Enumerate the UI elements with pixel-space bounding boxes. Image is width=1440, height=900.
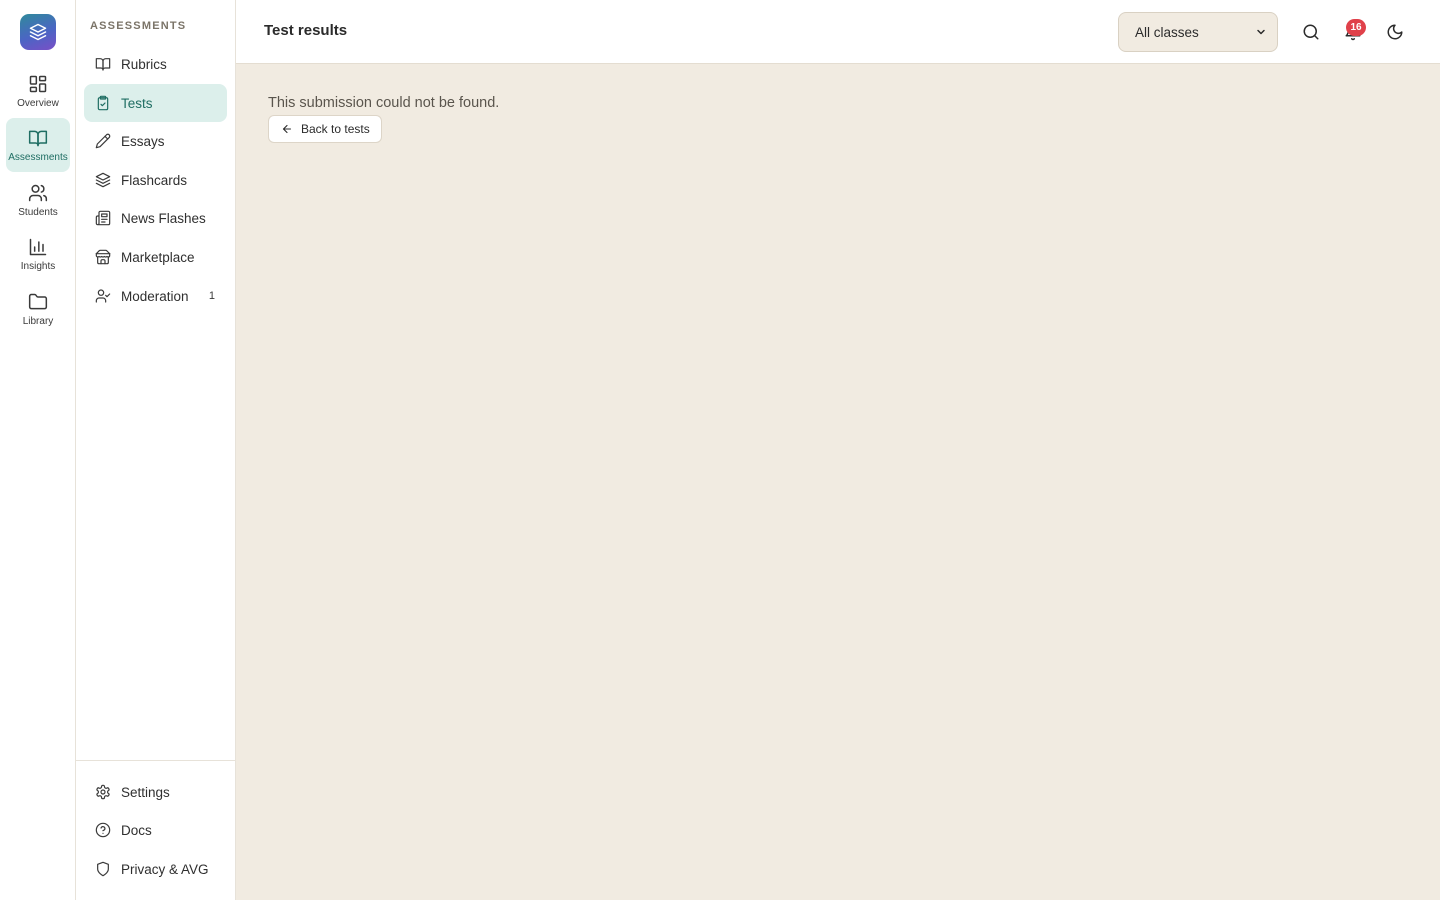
nav-item-tests[interactable]: Tests — [84, 84, 227, 122]
rail-item-overview[interactable]: Overview — [6, 64, 70, 118]
rail-item-library[interactable]: Library — [6, 282, 70, 336]
users-icon — [28, 184, 48, 201]
nav-item-settings[interactable]: Settings — [84, 773, 227, 811]
nav-item-docs[interactable]: Docs — [84, 811, 227, 849]
clipboard-check-icon — [97, 95, 109, 111]
rail-item-students[interactable]: Students — [6, 173, 70, 227]
gear-icon — [96, 784, 110, 800]
chevron-down-icon — [1257, 29, 1265, 35]
folder-icon — [28, 293, 48, 309]
nav-item-label: Privacy & AVG — [121, 861, 209, 877]
nav-item-moderation[interactable]: Moderation 1 — [84, 277, 227, 315]
icon-rail: Overview Assessments Students Insights L… — [0, 0, 76, 900]
search-icon — [1303, 24, 1319, 40]
rail-item-label: Students — [18, 206, 58, 218]
nav-item-label: Rubrics — [121, 56, 167, 72]
nav-item-label: Essays — [121, 133, 165, 149]
panel-divider — [76, 760, 235, 761]
nav-item-label: Tests — [121, 95, 153, 111]
help-circle-icon — [95, 822, 111, 838]
nav-item-privacy[interactable]: Privacy & AVG — [84, 850, 227, 888]
search-button[interactable] — [1299, 20, 1323, 44]
back-to-tests-button[interactable]: Back to tests — [268, 115, 382, 143]
layout-grid-icon — [29, 75, 47, 92]
page-title: Test results — [264, 22, 348, 39]
notifications-count-badge: 16 — [1346, 19, 1366, 36]
pencil-icon — [95, 133, 111, 149]
main-content: This submission could not be found. Back… — [236, 64, 1440, 900]
rail-item-label: Insights — [20, 260, 56, 272]
app-logo[interactable] — [20, 14, 56, 50]
newspaper-icon — [95, 210, 111, 226]
top-bar: Test results All classes 16 — [236, 0, 1440, 64]
rail-item-label: Library — [22, 315, 54, 327]
book-open-icon — [28, 130, 48, 146]
class-filter-select[interactable]: All classes — [1118, 12, 1278, 52]
user-check-icon — [95, 289, 111, 303]
assessments-panel: ASSESSMENTS Rubrics Tests Essays Flashca… — [76, 0, 236, 900]
shield-icon — [97, 861, 109, 877]
rail-item-assessments[interactable]: Assessments — [6, 118, 70, 172]
nav-item-label: Moderation — [121, 288, 189, 304]
nav-item-marketplace[interactable]: Marketplace — [84, 238, 227, 276]
nav-item-label: News Flashes — [121, 210, 206, 226]
nav-item-rubrics[interactable]: Rubrics — [84, 45, 227, 83]
nav-item-label: Marketplace — [121, 249, 195, 265]
theme-toggle-button[interactable] — [1383, 20, 1407, 44]
nav-item-label: Settings — [121, 784, 170, 800]
class-filter-value: All classes — [1135, 24, 1199, 40]
panel-heading: ASSESSMENTS — [90, 20, 187, 32]
layers-icon — [95, 172, 111, 188]
nav-item-flashcards[interactable]: Flashcards — [84, 161, 227, 199]
rail-item-label: Overview — [17, 97, 59, 109]
layers-logo-icon — [29, 23, 47, 41]
book-open-icon — [95, 58, 111, 71]
back-to-tests-label: Back to tests — [301, 122, 370, 136]
rail-item-insights[interactable]: Insights — [6, 227, 70, 281]
nav-item-label: Docs — [121, 822, 152, 838]
store-icon — [95, 249, 111, 265]
rail-item-label: Assessments — [8, 151, 68, 163]
nav-item-news-flashes[interactable]: News Flashes — [84, 199, 227, 237]
nav-item-essays[interactable]: Essays — [84, 122, 227, 160]
bar-chart-icon — [29, 238, 47, 255]
arrow-left-icon — [282, 124, 292, 134]
moon-icon — [1387, 24, 1403, 40]
nav-item-label: Flashcards — [121, 172, 188, 188]
not-found-message: This submission could not be found. — [268, 95, 500, 111]
moderation-count-badge: 1 — [208, 290, 215, 302]
